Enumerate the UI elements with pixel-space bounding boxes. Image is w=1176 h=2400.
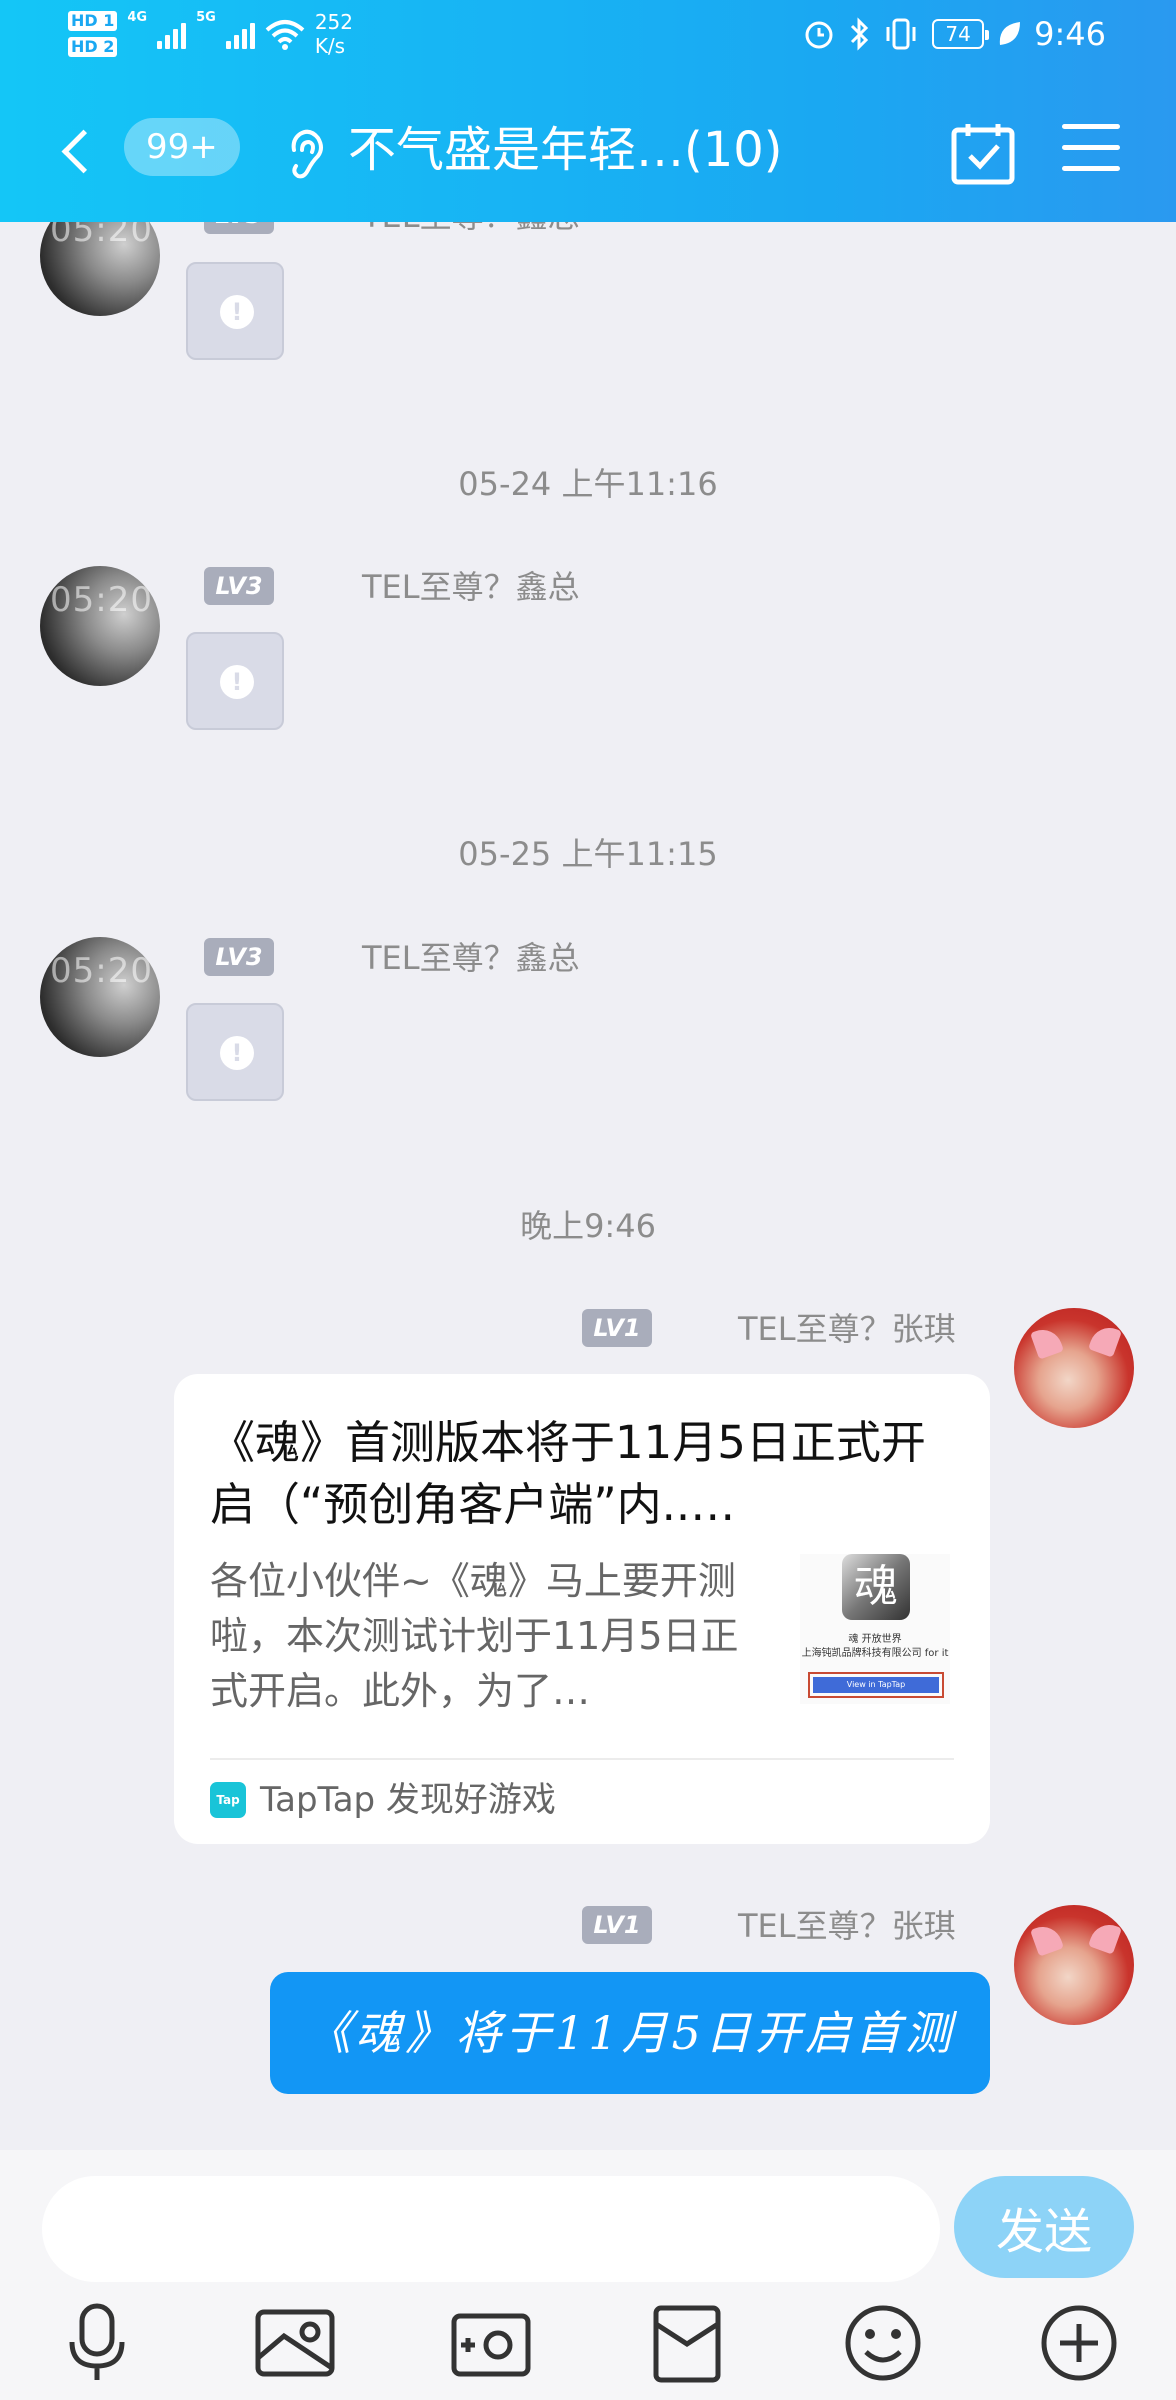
battery-level: 74 — [932, 19, 990, 49]
card-title: 《魂》首测版本将于11月5日正式开启（“预创角客户端”内..… — [210, 1416, 926, 1531]
avatar-clock-text: 05:20 — [50, 951, 153, 991]
leaf-icon — [999, 22, 1021, 45]
emoji-icon[interactable] — [838, 2298, 928, 2388]
ear-icon[interactable] — [282, 126, 332, 180]
failed-message-bubble[interactable] — [186, 1003, 284, 1101]
sender-name: TEL至尊？鑫总 — [362, 939, 580, 977]
signal-icon-2 — [225, 19, 255, 49]
timestamp: 05-25 上午11:15 — [458, 835, 718, 873]
camera-icon[interactable] — [446, 2298, 536, 2388]
speed-value: 252 — [314, 10, 353, 34]
send-button[interactable]: 发送 — [954, 2176, 1134, 2278]
thumb-caption: 魂 开放世界 — [848, 1634, 902, 1645]
unread-count-badge[interactable]: 99+ — [124, 118, 240, 176]
nav-bar: 99+ 不气盛是年轻…(10) — [0, 110, 1176, 190]
card-source: TapTap 发现好游戏 — [260, 1780, 556, 1820]
level-badge: LV1 — [582, 1906, 652, 1944]
level-badge: LV3 — [204, 938, 274, 976]
hd2-badge: HD 2 — [68, 37, 118, 57]
wifi-icon — [265, 20, 305, 50]
thumb-publisher: 上海钝凯品牌科技有限公司 for it — [801, 1648, 949, 1659]
network-type-1: 4G — [127, 10, 148, 25]
avatar[interactable]: 05:20 — [40, 937, 160, 1057]
level-badge: LV3 — [204, 567, 274, 605]
input-toolbar — [0, 2298, 1176, 2398]
self-avatar[interactable] — [1014, 1308, 1134, 1428]
plus-icon[interactable] — [1034, 2298, 1124, 2388]
link-share-card[interactable]: 《魂》首测版本将于11月5日正式开启（“预创角客户端”内..… 各位小伙伴~《魂… — [174, 1374, 990, 1844]
sender-name: TEL至尊？张琪 — [738, 1907, 956, 1945]
status-right: 74 9:46 — [802, 14, 1106, 54]
card-divider — [210, 1758, 954, 1760]
sender-name: TEL至尊？鑫总 — [362, 568, 580, 606]
signal-icon — [157, 19, 187, 49]
status-left: HD 1 HD 2 4G 5G 252 K/s — [68, 10, 353, 58]
card-thumbnail: 魂 魂 开放世界 上海钝凯品牌科技有限公司 for it View in Tap… — [800, 1554, 950, 1704]
bluetooth-icon — [851, 17, 869, 51]
level-badge: LV1 — [582, 1309, 652, 1347]
message-input[interactable] — [42, 2176, 940, 2282]
speed-unit: K/s — [314, 34, 346, 58]
text-message-bubble[interactable]: 《魂》将于11月5日开启首测 — [270, 1972, 990, 2094]
avatar-clock-text: 05:20 — [50, 580, 153, 620]
chat-title: 不气盛是年轻…(10) — [348, 122, 783, 178]
taptap-icon: Tap — [210, 1782, 246, 1818]
calendar-check-icon[interactable] — [950, 120, 1016, 186]
timestamp: 05-24 上午11:16 — [458, 465, 718, 503]
game-logo: 魂 — [842, 1554, 910, 1620]
card-description: 各位小伙伴~《魂》马上要开测啦，本次测试计划于11月5日正式开启。此外，为了… — [210, 1559, 739, 1713]
menu-icon[interactable] — [1062, 124, 1120, 176]
status-bar: HD 1 HD 2 4G 5G 252 K/s 74 9:46 — [0, 0, 1176, 72]
hd1-badge: HD 1 — [68, 11, 118, 31]
hd-indicators: HD 1 HD 2 — [68, 11, 118, 57]
image-icon[interactable] — [250, 2298, 340, 2388]
failed-message-bubble[interactable] — [186, 262, 284, 360]
network-type-2: 5G — [196, 10, 216, 25]
red-packet-icon[interactable] — [642, 2298, 732, 2388]
microphone-icon[interactable] — [52, 2298, 142, 2388]
failed-message-bubble[interactable] — [186, 632, 284, 730]
status-time: 9:46 — [1034, 15, 1106, 53]
thumb-button-label: View in TapTap — [813, 1677, 939, 1693]
self-avatar[interactable] — [1014, 1905, 1134, 2025]
back-icon[interactable] — [56, 120, 106, 180]
avatar[interactable]: 05:20 — [40, 566, 160, 686]
thumb-button: View in TapTap — [808, 1672, 944, 1698]
alarm-icon — [805, 21, 833, 49]
chat-header: HD 1 HD 2 4G 5G 252 K/s 74 9:46 99+ 不气盛是… — [0, 0, 1176, 222]
input-area: 发送 — [0, 2150, 1176, 2400]
sender-name: TEL至尊？张琪 — [738, 1310, 956, 1348]
network-speed: 252 K/s — [315, 10, 353, 58]
timestamp: 晚上9:46 — [520, 1207, 656, 1245]
vibrate-icon — [886, 18, 916, 50]
